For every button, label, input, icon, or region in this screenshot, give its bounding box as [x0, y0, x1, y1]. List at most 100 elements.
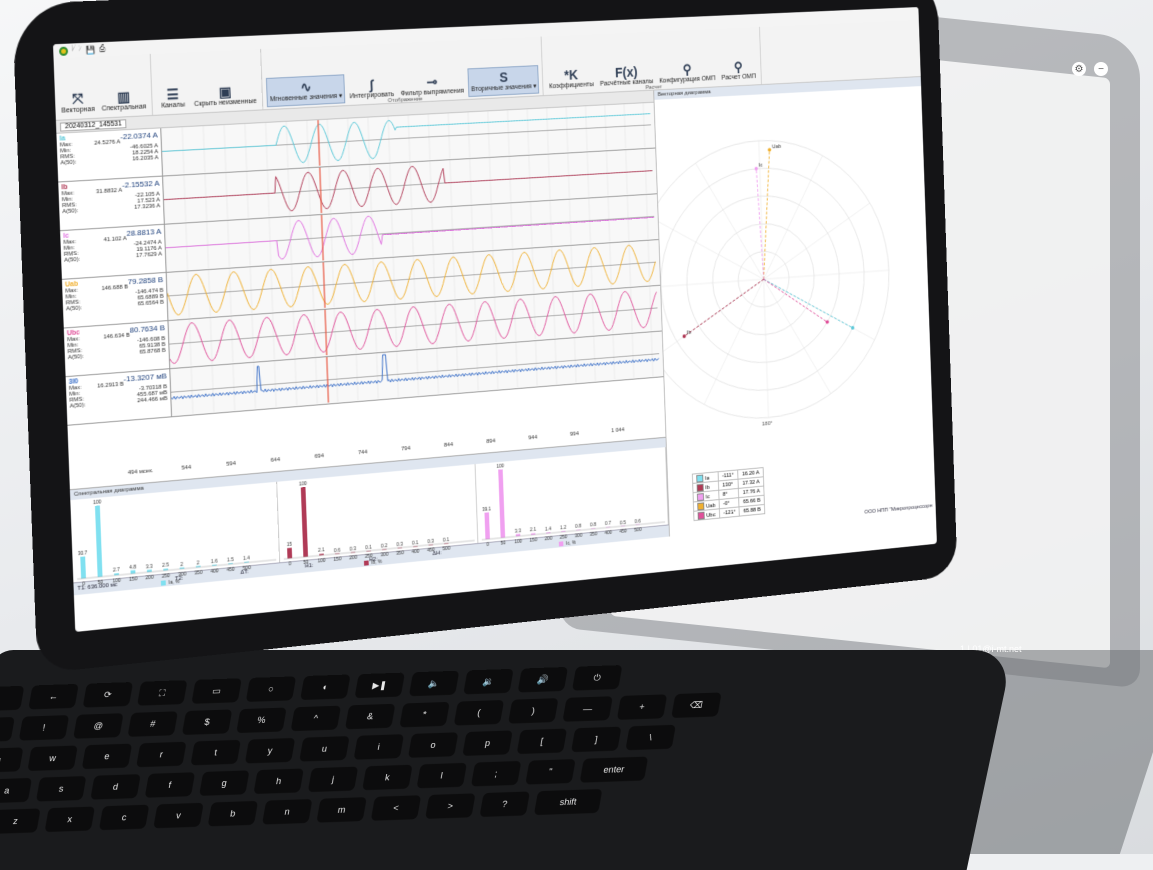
open-icon[interactable]: 🗁 — [72, 43, 82, 57]
spectral-category-label: 0 — [487, 542, 490, 548]
key[interactable]: j — [307, 766, 359, 793]
ribbon-button-3[interactable]: ▣ Скрыть неизменные — [191, 80, 258, 111]
key[interactable]: ⛶ — [136, 680, 188, 706]
key[interactable]: o — [407, 732, 459, 758]
spectral-category-label: 400 — [412, 549, 420, 556]
key[interactable]: > — [425, 793, 476, 819]
key[interactable]: z — [0, 808, 41, 834]
channel-stats: Max: 16.2913 B Min: -3.70318 B RMS: 455.687 м… — [69, 378, 168, 410]
spectral-value-label: 0.1 — [443, 537, 450, 543]
key[interactable]: u — [299, 736, 350, 762]
key[interactable]: f — [144, 772, 196, 798]
spectral-bar — [94, 505, 103, 578]
key[interactable]: 🔊 — [517, 666, 569, 693]
stat-label: A(50): — [64, 256, 81, 264]
spectral-category-label: 100 — [113, 578, 122, 585]
key[interactable]: ] — [570, 726, 622, 753]
key[interactable]: enter — [579, 756, 649, 783]
key[interactable]: r — [136, 741, 187, 768]
spectral-panel: 39.1 0 100 50 3.3 100 2.1 150 1.4 200 1.2 250 0.8 300… — [475, 447, 669, 548]
key[interactable]: 🔈 — [408, 670, 460, 697]
spectral-value-label: 0.6 — [635, 518, 641, 524]
key[interactable]: c — [98, 804, 150, 831]
key[interactable]: ▶❚ — [354, 672, 406, 699]
x-tick-label: 744 — [358, 449, 368, 457]
spectral-category-label: 150 — [129, 576, 137, 583]
key[interactable]: @ — [73, 713, 124, 739]
key[interactable]: q — [0, 747, 24, 773]
key[interactable]: ) — [508, 698, 559, 724]
key[interactable]: % — [236, 707, 287, 734]
key[interactable]: & — [344, 703, 396, 730]
stat-value: 65.8768 B — [139, 347, 166, 356]
key[interactable]: s — [35, 775, 87, 802]
key[interactable]: v — [153, 802, 204, 829]
spectral-category-label: 300 — [381, 552, 389, 559]
key[interactable]: t — [190, 739, 241, 766]
x-tick-label: 694 — [314, 453, 325, 460]
key[interactable]: [ — [516, 728, 568, 755]
polar-spoke — [654, 279, 766, 357]
key[interactable]: 🔉 — [463, 668, 514, 695]
print-icon[interactable]: ⎙ — [99, 44, 106, 54]
key[interactable]: * — [399, 701, 450, 728]
key[interactable]: ○ — [245, 676, 297, 702]
integrate-icon: ∫ — [369, 76, 374, 93]
key[interactable]: ! — [18, 715, 70, 741]
key[interactable]: ⟳ — [82, 681, 134, 708]
key[interactable]: # — [127, 711, 179, 737]
key[interactable]: + — [616, 694, 668, 720]
key[interactable]: a — [0, 777, 33, 804]
key[interactable]: ← — [28, 683, 79, 710]
save-icon[interactable]: 💾 — [85, 45, 95, 54]
key[interactable]: p — [462, 730, 513, 757]
document-tab[interactable]: 20240312_145531 — [59, 118, 127, 132]
key[interactable]: esc — [0, 685, 25, 712]
phasor-name: Ubc — [706, 511, 716, 519]
channel-info: Ia -22.0374 A Max: 24.5276 A Min: -46.6025 AR… — [56, 128, 163, 182]
key[interactable]: ⏻ — [571, 665, 623, 691]
key[interactable]: — — [562, 696, 613, 722]
x-tick-label: 544 — [181, 464, 192, 472]
key[interactable]: $ — [181, 709, 233, 735]
key[interactable]: n — [261, 798, 313, 825]
x-tick-label: 844 — [443, 442, 454, 449]
key[interactable]: k — [362, 764, 413, 791]
stat-value: 16.2035 A — [132, 155, 159, 163]
key[interactable]: b — [207, 800, 259, 827]
key[interactable]: < — [370, 795, 422, 821]
key[interactable]: ^ — [290, 705, 342, 732]
x-axis-first-label: 494 мсек. — [127, 468, 154, 477]
key[interactable]: m — [316, 797, 367, 823]
key[interactable]: g — [198, 770, 250, 796]
spectral-legend: Ic, % — [566, 541, 577, 548]
key[interactable]: h — [253, 768, 304, 795]
key[interactable]: shift — [533, 788, 603, 816]
key[interactable]: l — [416, 762, 468, 789]
key[interactable]: i — [353, 734, 405, 760]
key[interactable]: ◐ — [300, 674, 351, 701]
key[interactable]: d — [90, 774, 141, 800]
spectral-value-label: 100 — [93, 499, 102, 506]
key[interactable]: ⌫ — [671, 692, 722, 718]
key[interactable]: ▭ — [191, 678, 242, 704]
key[interactable]: w — [27, 745, 78, 772]
key[interactable]: x — [44, 806, 96, 833]
spectral-category-label: 100 — [318, 558, 326, 565]
key[interactable]: " — [525, 759, 576, 785]
spectral-category-label: 250 — [162, 573, 170, 580]
key[interactable]: ? — [479, 791, 530, 817]
angle-180-label: 180° — [762, 421, 773, 428]
ribbon-button-1[interactable]: ▥ Спектральная — [99, 86, 149, 116]
key[interactable]: e — [81, 743, 133, 770]
ribbon-button-0[interactable]: ⤧ Векторная — [59, 88, 97, 118]
key[interactable]: ~ — [0, 716, 15, 743]
key[interactable]: ( — [453, 699, 505, 726]
spectral-value-label: 3.3 — [146, 563, 153, 570]
key[interactable]: \ — [625, 724, 676, 751]
spectral-category-label: 200 — [349, 555, 357, 562]
key[interactable]: y — [244, 737, 296, 764]
key[interactable]: ; — [470, 760, 522, 787]
ribbon-button-2[interactable]: ☰ Каналы — [156, 84, 190, 113]
polar-spoke — [761, 203, 872, 279]
